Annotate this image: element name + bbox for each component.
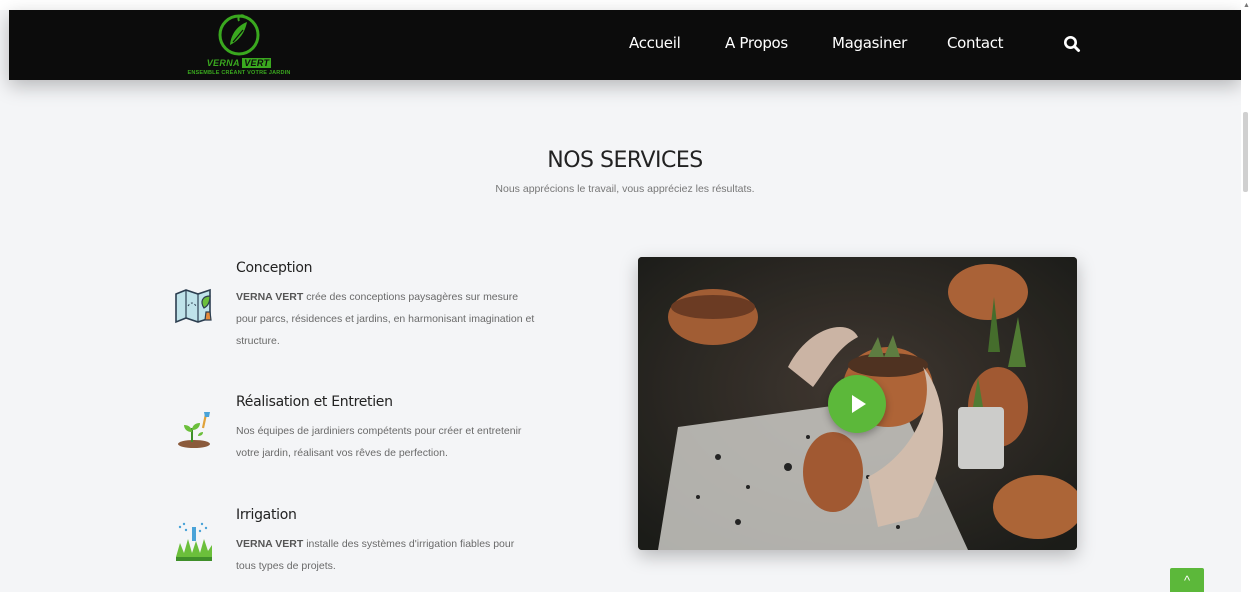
- sprout-shovel-icon: [178, 412, 210, 448]
- nav-magasiner[interactable]: Magasiner: [832, 34, 907, 52]
- section-subtitle: Nous apprécions le travail, vous appréci…: [495, 183, 755, 195]
- search-icon[interactable]: [1063, 35, 1081, 53]
- logo-tagline: ENSEMBLE CRÉANT VOTRE JARDIN: [187, 70, 291, 76]
- service-description: VERNA VERT installe des systèmes d'irrig…: [236, 538, 515, 572]
- logo[interactable]: VERNA VERT ENSEMBLE CRÉANT VOTRE JARDIN: [179, 12, 299, 80]
- scrollbar[interactable]: ▲: [1241, 0, 1250, 592]
- service-title: Irrigation: [236, 507, 297, 523]
- nav-a-propos[interactable]: A Propos: [725, 34, 788, 52]
- service-description: VERNA VERT crée des conceptions paysagèr…: [236, 291, 535, 347]
- scrollbar-thumb[interactable]: [1243, 112, 1248, 192]
- service-title: Réalisation et Entretien: [236, 394, 393, 410]
- logo-brand: VERNA VERT: [206, 58, 272, 68]
- scroll-up-arrow[interactable]: ▲: [1243, 2, 1250, 9]
- nav-contact[interactable]: Contact: [947, 34, 1004, 52]
- service-description: Nos équipes de jardiniers compétents pou…: [236, 425, 522, 459]
- section-title: NOS SERVICES: [547, 148, 703, 173]
- back-to-top-button[interactable]: ^: [1170, 568, 1204, 592]
- blueprint-plant-icon: [175, 288, 212, 324]
- navbar: VERNA VERT ENSEMBLE CRÉANT VOTRE JARDIN …: [9, 10, 1241, 80]
- chevron-up-icon: ^: [1183, 573, 1191, 588]
- leaf-logo-icon: [218, 14, 260, 56]
- nav-accueil[interactable]: Accueil: [629, 34, 681, 52]
- play-icon[interactable]: [828, 375, 886, 433]
- sprinkler-grass-icon: [176, 522, 212, 561]
- service-title: Conception: [236, 260, 313, 276]
- page: VERNA VERT ENSEMBLE CRÉANT VOTRE JARDIN …: [0, 0, 1250, 592]
